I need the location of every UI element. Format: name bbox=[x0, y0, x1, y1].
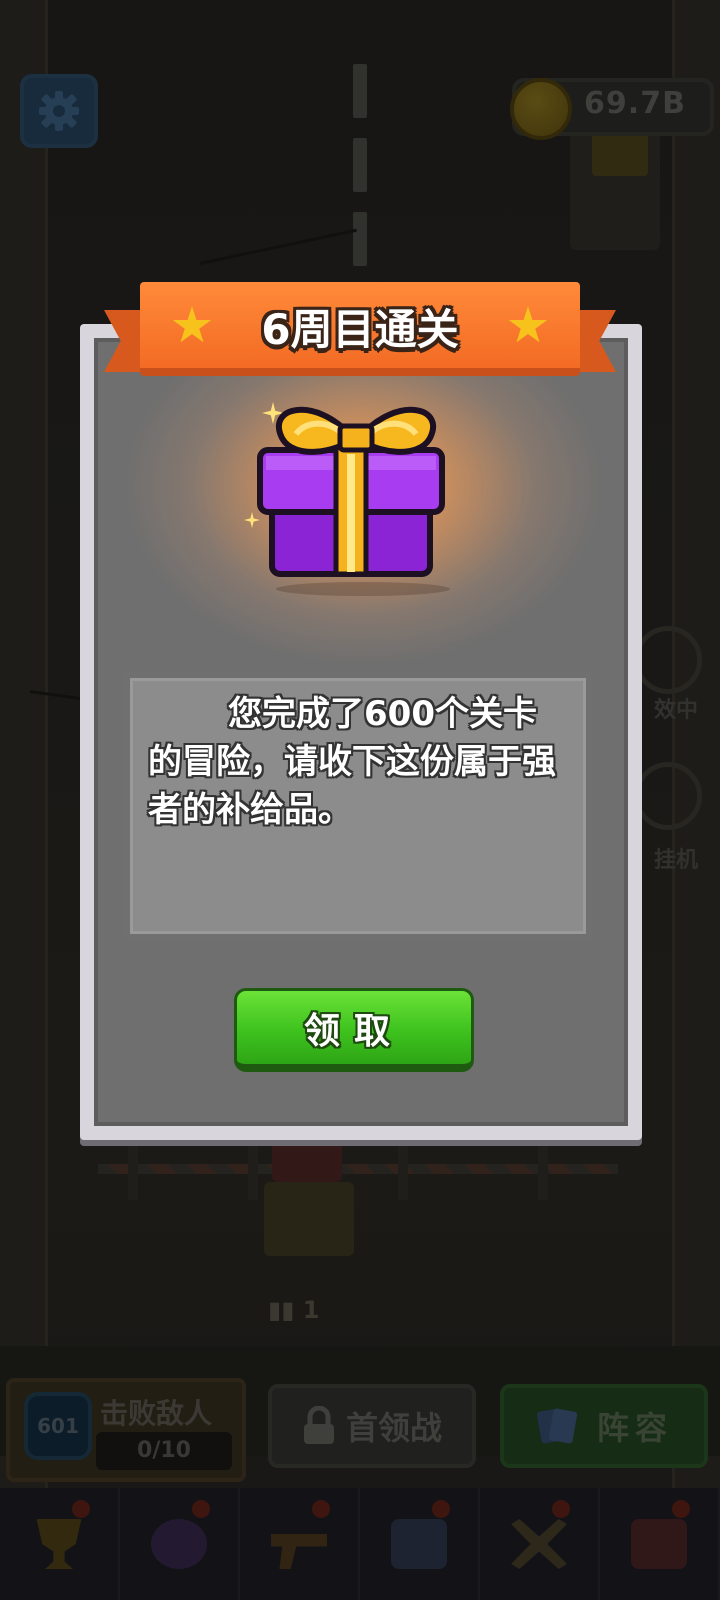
claim-button[interactable]: 领取 bbox=[234, 988, 474, 1072]
reward-message: 您完成了600个关卡的冒险，请收下这份属于强者的补给品。 bbox=[148, 694, 556, 830]
gift-box-icon bbox=[257, 407, 445, 577]
claim-button-label: 领取 bbox=[303, 1010, 404, 1052]
dialog-title: 6周目通关 bbox=[261, 305, 459, 354]
dialog-title-ribbon: 6周目通关 bbox=[104, 282, 616, 390]
